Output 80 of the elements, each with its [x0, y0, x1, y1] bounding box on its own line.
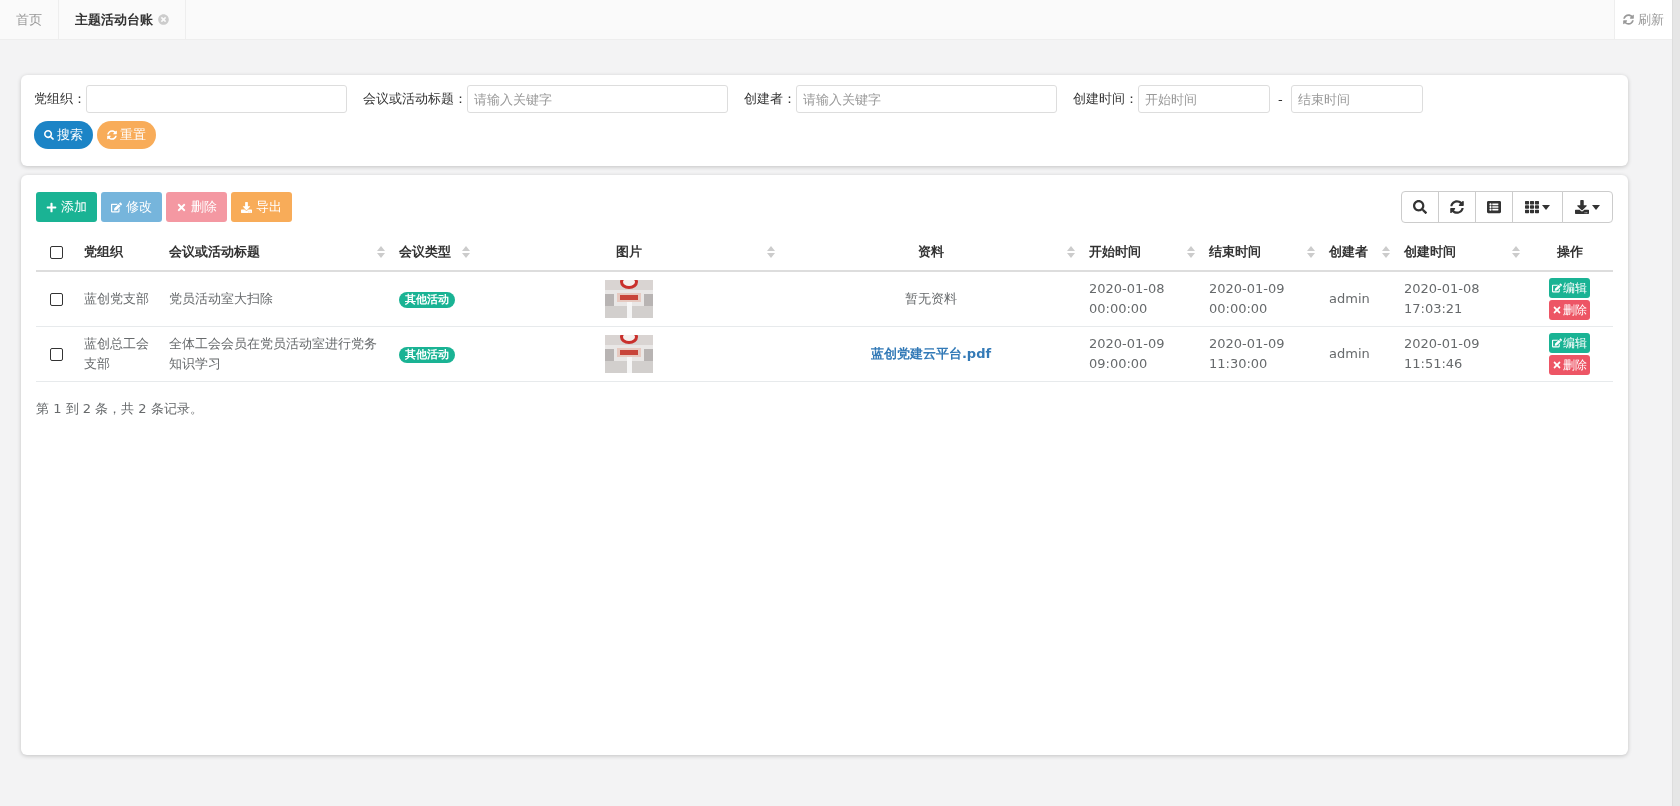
- sort-icon[interactable]: [377, 246, 385, 258]
- download-icon: [1575, 200, 1589, 214]
- row-checkbox[interactable]: [49, 348, 63, 361]
- input-field[interactable]: 请输入关键字: [467, 85, 728, 113]
- caret-icon: [1542, 204, 1550, 210]
- table-cell-text: 2020-01-09 11:51:46: [1404, 335, 1480, 373]
- close-icon: [1552, 360, 1562, 370]
- sort-icon[interactable]: [1382, 246, 1390, 258]
- refresh-icon: [1623, 14, 1634, 25]
- table-cell-text: 蓝创总工会支部: [84, 335, 150, 373]
- delete-button[interactable]: 删除: [1549, 300, 1590, 320]
- close-icon[interactable]: [158, 14, 169, 25]
- search-button[interactable]: [1401, 191, 1439, 223]
- columns-button[interactable]: [1512, 191, 1563, 223]
- table-cell-text: 2020-01-08 17:03:21: [1404, 280, 1480, 318]
- caret-icon: [1592, 204, 1600, 210]
- search-button[interactable]: 搜索: [34, 121, 93, 149]
- table-cell-text: 2020-01-08 00:00:00: [1089, 280, 1165, 318]
- date-field[interactable]: 开始时间: [1138, 85, 1270, 113]
- sort-icon[interactable]: [1067, 246, 1075, 258]
- table-cell-text: 全体工会会员在党员活动室进行党务知识学习: [169, 335, 378, 373]
- table-cell-text: admin: [1329, 290, 1370, 308]
- table-cell-text: 2020-01-09 09:00:00: [1089, 335, 1165, 373]
- column-header[interactable]: 会议类型: [391, 233, 476, 271]
- edit-icon: [111, 201, 122, 213]
- file-link[interactable]: 蓝创党建云平台.pdf: [870, 346, 992, 361]
- close-icon: [176, 201, 187, 213]
- grid-icon: [1525, 200, 1539, 214]
- row-checkbox[interactable]: [49, 293, 63, 306]
- input-field[interactable]: [86, 85, 347, 113]
- refresh-button[interactable]: 刷新: [1614, 0, 1672, 39]
- refresh-button[interactable]: [1438, 191, 1476, 223]
- field-label: 创建时间：: [1073, 90, 1138, 108]
- toggle-view-button[interactable]: [1475, 191, 1513, 223]
- sort-icon[interactable]: [1187, 246, 1195, 258]
- refresh-icon: [107, 130, 117, 140]
- type-tag: 其他活动: [399, 292, 455, 308]
- type-tag: 其他活动: [399, 347, 455, 363]
- table-cell-text: admin: [1329, 345, 1370, 363]
- column-header[interactable]: 开始时间: [1081, 233, 1201, 271]
- table-cell-text: 2020-01-09 00:00:00: [1209, 280, 1285, 318]
- delete-button[interactable]: 删除: [1549, 355, 1590, 375]
- range-separator: -: [1278, 91, 1283, 107]
- field-label: 党组织：: [34, 90, 86, 108]
- close-icon: [1552, 305, 1562, 315]
- list-icon: [1487, 200, 1501, 214]
- pagination-info: 第 1 到 2 条，共 2 条记录。: [36, 400, 204, 418]
- table-cell-text: 暂无资料: [905, 290, 957, 308]
- column-header: 党组织: [76, 233, 161, 271]
- field-label: 创建者：: [744, 90, 796, 108]
- column-header[interactable]: 资料: [781, 233, 1081, 271]
- select-all-checkbox[interactable]: [49, 246, 63, 259]
- table-cell-text: 党员活动室大扫除: [169, 290, 273, 308]
- sort-icon[interactable]: [1512, 246, 1520, 258]
- column-header[interactable]: 会议或活动标题: [161, 233, 391, 271]
- column-header[interactable]: 图片: [476, 233, 781, 271]
- sort-icon[interactable]: [462, 246, 470, 258]
- edit-button[interactable]: 编辑: [1549, 333, 1590, 353]
- export-button[interactable]: [1562, 191, 1613, 223]
- search-icon: [1413, 200, 1427, 214]
- table-cell-text: 2020-01-09 11:30:00: [1209, 335, 1285, 373]
- refresh-icon: [1450, 200, 1464, 214]
- input-field[interactable]: 请输入关键字: [796, 85, 1057, 113]
- sort-icon[interactable]: [1307, 246, 1315, 258]
- search-icon: [44, 130, 54, 140]
- column-header: 操作: [1526, 233, 1613, 271]
- edit-button[interactable]: 编辑: [1549, 278, 1590, 298]
- table-cell-text: 蓝创党支部: [84, 290, 149, 308]
- edit-icon: [1552, 283, 1562, 293]
- download-icon: [241, 201, 252, 213]
- field-label: 会议或活动标题：: [363, 90, 467, 108]
- add-button[interactable]: 添加: [36, 192, 97, 222]
- date-field[interactable]: 结束时间: [1290, 85, 1423, 113]
- sort-icon[interactable]: [767, 246, 775, 258]
- edit-icon: [1552, 338, 1562, 348]
- column-header[interactable]: 创建者: [1321, 233, 1396, 271]
- scrollbar[interactable]: [1672, 0, 1680, 806]
- plus-icon: [46, 201, 57, 213]
- column-header[interactable]: 创建时间: [1396, 233, 1526, 271]
- column-header[interactable]: 结束时间: [1201, 233, 1321, 271]
